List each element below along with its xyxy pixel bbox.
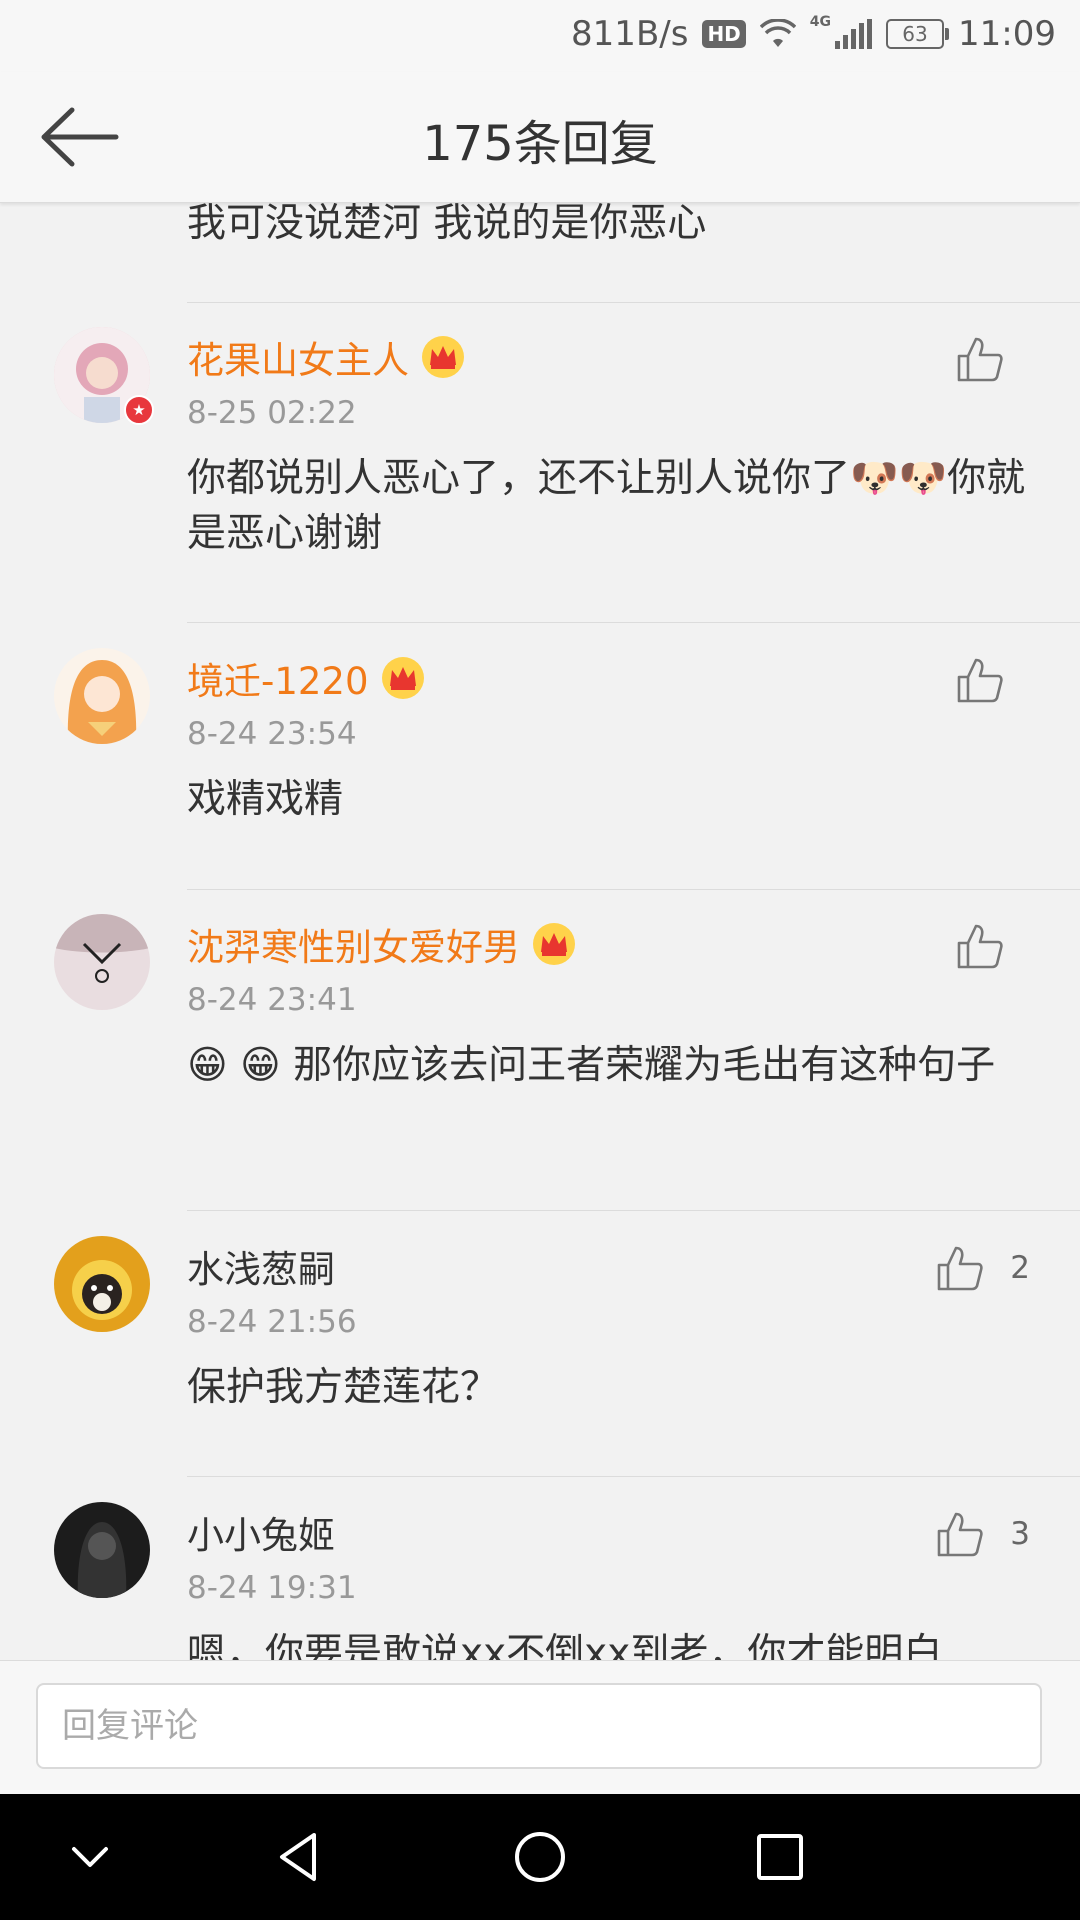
recents-square-icon (757, 1834, 803, 1880)
clock: 11:09 (958, 14, 1056, 54)
like-count: 3 (1010, 1516, 1030, 1552)
hd-icon: HD (702, 20, 746, 48)
like-button[interactable] (956, 335, 1030, 383)
avatar-image (54, 914, 150, 1010)
crown-icon (533, 923, 575, 965)
username-text: 境迁-1220 (187, 660, 369, 703)
battery-icon: 63 (886, 19, 950, 49)
like-button[interactable] (956, 922, 1030, 970)
verified-badge-icon: ★ (124, 395, 154, 425)
thumbs-up-icon (937, 1512, 983, 1557)
recents-button[interactable] (750, 1827, 810, 1887)
crown-icon (422, 336, 464, 378)
username-text: 小小兔姬 (187, 1514, 335, 1557)
status-icons: 811B/s HD 4G 63 11:09 (571, 14, 1056, 54)
avatar[interactable] (54, 648, 150, 744)
username[interactable]: 花果山女主人 (187, 330, 465, 384)
username-text: 沈羿寒性别女爱好男 (187, 926, 520, 969)
home-button[interactable] (510, 1827, 570, 1887)
comment-text: 嗯，你要是敢说xx不倒xx到老，你才能明白 (187, 1631, 943, 1660)
lte-label: 4G (809, 14, 832, 30)
like-button[interactable] (956, 656, 1030, 704)
status-bar: 811B/s HD 4G 63 11:09 (0, 0, 1080, 72)
username[interactable]: 境迁-1220 (187, 651, 425, 705)
reply-input[interactable] (36, 1683, 1042, 1769)
avatar[interactable] (54, 1502, 150, 1598)
like-button[interactable]: 2 (936, 1244, 1030, 1292)
comment-text: 你都说别人恶心了，还不让别人说你了🐶🐶你就是恶心谢谢 (187, 456, 1026, 556)
thumbs-up-icon (957, 924, 1003, 969)
avatar-image (54, 648, 150, 744)
title-bar: 175条回复 (0, 72, 1080, 203)
comment-text: 戏精戏精 (187, 777, 344, 822)
comment-text: 保护我方楚莲花？ (187, 1365, 500, 1410)
navigation-bar (0, 1794, 1080, 1920)
comment-text: 😁 😁 那你应该去问王者荣耀为毛出有这种句子 (187, 1043, 996, 1088)
divider (187, 889, 1080, 890)
divider (187, 1476, 1080, 1477)
crown-icon (381, 657, 424, 699)
username[interactable]: 沈羿寒性别女爱好男 (187, 917, 576, 971)
divider (187, 302, 1080, 303)
username[interactable]: 水浅葱嗣 (187, 1239, 335, 1293)
thumbs-up-icon (937, 1246, 983, 1291)
divider (187, 622, 1080, 623)
back-triangle-icon (280, 1833, 316, 1881)
wifi-icon (759, 19, 796, 47)
avatar[interactable] (54, 1236, 150, 1332)
like-button[interactable]: 3 (936, 1510, 1030, 1558)
comment-time: 8-24 19:31 (187, 1570, 357, 1606)
thumbs-up-icon (957, 658, 1003, 703)
avatar-image (54, 1236, 150, 1332)
page-title: 175条回复 (422, 116, 658, 172)
divider (187, 1210, 1080, 1211)
partial-comment-text: 我可没说楚河 我说的是你恶心 (187, 202, 707, 246)
avatar[interactable] (54, 914, 150, 1010)
comment-time: 8-24 23:41 (187, 982, 357, 1018)
username[interactable]: 小小兔姬 (187, 1505, 335, 1559)
like-count: 2 (1010, 1250, 1030, 1286)
username-text: 水浅葱嗣 (187, 1248, 335, 1291)
collapse-icon (72, 1847, 108, 1867)
comment-time: 8-25 02:22 (187, 395, 357, 431)
comment-time: 8-24 21:56 (187, 1304, 357, 1340)
reply-bar (0, 1660, 1080, 1795)
collapse-button[interactable] (60, 1827, 120, 1887)
comment-time: 8-24 23:54 (187, 716, 357, 752)
home-circle-icon (515, 1832, 565, 1882)
username-text: 花果山女主人 (187, 339, 409, 382)
comment-list[interactable]: 我可没说楚河 我说的是你恶心 ★ 花果山女主人 8-25 02:22 你都说别人… (0, 202, 1080, 1660)
back-nav-button[interactable] (270, 1827, 330, 1887)
network-speed: 811B/s (571, 14, 689, 54)
signal-icon (835, 19, 873, 49)
avatar-image (54, 1502, 150, 1598)
thumbs-up-icon (957, 337, 1003, 382)
